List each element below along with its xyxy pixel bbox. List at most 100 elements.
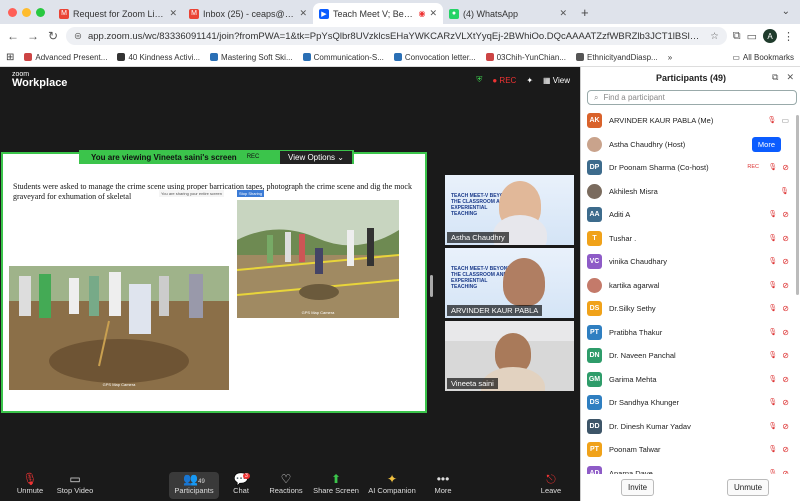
browser-tab[interactable]: M Request for Zoom Link for Teach ✕ bbox=[53, 3, 183, 24]
bookmark-item[interactable]: Mastering Soft Ski... bbox=[210, 53, 293, 62]
zoom-logo: zoom Workplace bbox=[12, 71, 68, 89]
whatsapp-icon: ● bbox=[449, 8, 459, 19]
mic-muted-icon: 🎙 bbox=[768, 234, 778, 242]
avatar: PT bbox=[587, 324, 602, 340]
bookmark-star-icon[interactable]: ☆ bbox=[710, 31, 719, 42]
tab-search-icon[interactable]: ⌄ bbox=[782, 6, 790, 17]
avatar: AA bbox=[587, 207, 602, 223]
minimize-window-button[interactable] bbox=[22, 8, 31, 17]
close-tab-icon[interactable]: ✕ bbox=[169, 8, 177, 19]
participant-status-icons: 🎙 ⊘ bbox=[768, 257, 789, 266]
participant-row[interactable]: PT Pratibha Thakur 🎙 ⊘ bbox=[581, 321, 795, 345]
chevron-down-icon: ⌄ bbox=[337, 153, 344, 162]
scrollbar[interactable] bbox=[796, 115, 799, 295]
participant-row[interactable]: DN Dr. Naveen Panchal 🎙 ⊘ bbox=[581, 344, 795, 368]
video-off-icon: ⊘ bbox=[782, 233, 789, 243]
browser-tab-active[interactable]: ▶ Teach Meet V; Beyond the Classroom ◉ ✕ bbox=[313, 3, 443, 24]
more-button[interactable]: ••• More bbox=[413, 472, 473, 495]
forward-icon[interactable]: → bbox=[26, 29, 40, 43]
participant-status-icons: 🎙 ⊘ bbox=[768, 163, 789, 172]
back-icon[interactable]: ← bbox=[6, 29, 20, 43]
url-field[interactable]: ⊜ app.zoom.us/wc/83336091141/join?fromPW… bbox=[66, 27, 727, 45]
mic-muted-icon: 🎙 bbox=[780, 187, 789, 195]
participant-name: vinika Chaudhary bbox=[609, 257, 667, 267]
close-tab-icon[interactable]: ✕ bbox=[429, 8, 437, 19]
invite-button[interactable]: Invite bbox=[621, 479, 655, 496]
participant-row[interactable]: T Tushar . 🎙 ⊘ bbox=[581, 227, 795, 251]
participant-name: Poonam Talwar bbox=[609, 445, 661, 455]
video-tile[interactable]: Vineeta saini bbox=[445, 321, 574, 391]
video-tile[interactable]: TEACH MEET-V BEYOND THE CLASSROOM AND EX… bbox=[445, 248, 574, 318]
close-tab-icon[interactable]: ✕ bbox=[559, 8, 567, 19]
shield-icon[interactable]: ⛨ bbox=[476, 75, 482, 85]
meeting-stage: Students were asked to manage the crime … bbox=[0, 95, 580, 470]
participant-row[interactable]: DD Dr. Dinesh Kumar Yadav 🎙 ⊘ bbox=[581, 415, 795, 439]
participant-row[interactable]: DS Dr Sandhya Khunger 🎙 ⊘ bbox=[581, 391, 795, 415]
unmute-all-button[interactable]: Unmute bbox=[727, 479, 770, 496]
more-bookmarks-button[interactable]: » bbox=[668, 53, 672, 62]
bookmark-item[interactable]: EthnicityandDiasp... bbox=[575, 53, 658, 62]
participant-row[interactable]: AK ARVINDER KAUR PABLA (Me) 🎙 ▭ bbox=[581, 109, 795, 133]
participant-row[interactable]: DS Dr.Silky Sethy 🎙 ⊘ bbox=[581, 297, 795, 321]
extensions-icon[interactable]: ⧉ bbox=[733, 30, 741, 43]
bookmark-item[interactable]: 40 Kindness Activi... bbox=[117, 53, 200, 62]
browser-tab-bar: M Request for Zoom Link for Teach ✕ M In… bbox=[0, 0, 800, 24]
bookmark-item[interactable]: Convocation letter... bbox=[393, 53, 476, 62]
bookmark-item[interactable]: Communication-S... bbox=[302, 53, 384, 62]
participant-row[interactable]: AD Aparna Dave 🎙 ⊘ bbox=[581, 462, 795, 475]
avatar: DS bbox=[587, 301, 602, 317]
participant-status-icons: 🎙 ⊘ bbox=[768, 445, 789, 454]
leave-button[interactable]: ⎋ Leave bbox=[527, 472, 575, 495]
participant-name: Garima Mehta bbox=[609, 374, 657, 384]
share-screen-button[interactable]: ⬆ Share Screen bbox=[306, 472, 366, 495]
browser-tab[interactable]: M Inbox (25) - ceaps@sgtuniversity ✕ bbox=[183, 3, 313, 24]
video-off-icon: ⊘ bbox=[782, 468, 789, 475]
close-panel-icon[interactable]: ✕ bbox=[786, 72, 794, 83]
zoom-top-bar: zoom Workplace ⛨ ● REC ✦ ▦ View bbox=[0, 67, 580, 95]
meeting-toolbar: 🎙 Unmute ▭ Stop Video 👥49 Participants 💬… bbox=[0, 470, 580, 501]
participant-status-icons: 🎙 ⊘ bbox=[768, 469, 789, 475]
participant-row[interactable]: PT Poonam Talwar 🎙 ⊘ bbox=[581, 438, 795, 462]
apps-grid-icon[interactable]: ⊞ bbox=[6, 52, 14, 63]
close-window-button[interactable] bbox=[8, 8, 17, 17]
close-tab-icon[interactable]: ✕ bbox=[299, 8, 307, 19]
participant-status-icons: 🎙 ⊘ bbox=[768, 304, 789, 313]
video-off-icon: ⊘ bbox=[782, 327, 789, 337]
participant-row[interactable]: DP Dr Poonam Sharma (Co-host) REC 🎙 ⊘ bbox=[581, 156, 795, 180]
sidebar-icon[interactable]: ▭ bbox=[747, 30, 757, 43]
resize-handle[interactable] bbox=[430, 275, 433, 297]
participant-more-button[interactable]: More bbox=[751, 136, 781, 152]
view-button[interactable]: ▦ View bbox=[543, 76, 570, 85]
participant-status-icons: 🎙 ▭ bbox=[768, 116, 789, 125]
mic-muted-icon: 🎙 bbox=[768, 258, 778, 265]
site-info-icon[interactable]: ⊜ bbox=[74, 31, 82, 42]
view-options-button[interactable]: View Options ⌄ bbox=[280, 151, 352, 164]
all-bookmarks-button[interactable]: ▭ All Bookmarks bbox=[732, 53, 794, 62]
bookmark-item[interactable]: 03Chih-YunChian... bbox=[485, 53, 566, 62]
stop-video-button[interactable]: ▭ Stop Video bbox=[45, 472, 105, 495]
maximize-window-button[interactable] bbox=[36, 8, 45, 17]
participant-row[interactable]: kartika agarwal 🎙 ⊘ bbox=[581, 274, 795, 298]
mic-muted-icon: 🎙 bbox=[768, 375, 778, 383]
reload-icon[interactable]: ↻ bbox=[46, 29, 60, 43]
sparkle-icon[interactable]: ✦ bbox=[526, 76, 533, 85]
profile-avatar[interactable]: A bbox=[763, 29, 777, 43]
recording-badge[interactable]: ● REC bbox=[492, 76, 516, 85]
participant-search-input[interactable]: ⌕ Find a participant bbox=[587, 90, 797, 105]
browser-menu-icon[interactable]: ⋮ bbox=[783, 30, 794, 43]
participant-row[interactable]: Astha Chaudhry (Host) More bbox=[581, 133, 795, 157]
participant-row[interactable]: Akhilesh Misra 🎙 bbox=[581, 180, 795, 204]
pop-out-icon[interactable]: ⧉ bbox=[772, 72, 778, 83]
new-tab-button[interactable]: + bbox=[573, 5, 597, 24]
video-off-icon: ⊘ bbox=[782, 304, 789, 313]
participant-row[interactable]: AA Aditi A 🎙 ⊘ bbox=[581, 203, 795, 227]
participant-row[interactable]: VC vinika Chaudhary 🎙 ⊘ bbox=[581, 250, 795, 274]
participant-status-icons: 🎙 ⊘ bbox=[768, 375, 789, 384]
participant-name: Aditi A bbox=[609, 210, 631, 220]
gmail-icon: M bbox=[59, 8, 69, 19]
participant-row[interactable]: GM Garima Mehta 🎙 ⊘ bbox=[581, 368, 795, 392]
participant-status-icons: 🎙 ⊘ bbox=[768, 398, 789, 407]
bookmark-item[interactable]: Advanced Present... bbox=[24, 53, 107, 62]
browser-tab[interactable]: ● (4) WhatsApp ✕ bbox=[443, 3, 573, 24]
video-tile[interactable]: TEACH MEET-V BEYOND THE CLASSROOM AND EX… bbox=[445, 175, 574, 245]
